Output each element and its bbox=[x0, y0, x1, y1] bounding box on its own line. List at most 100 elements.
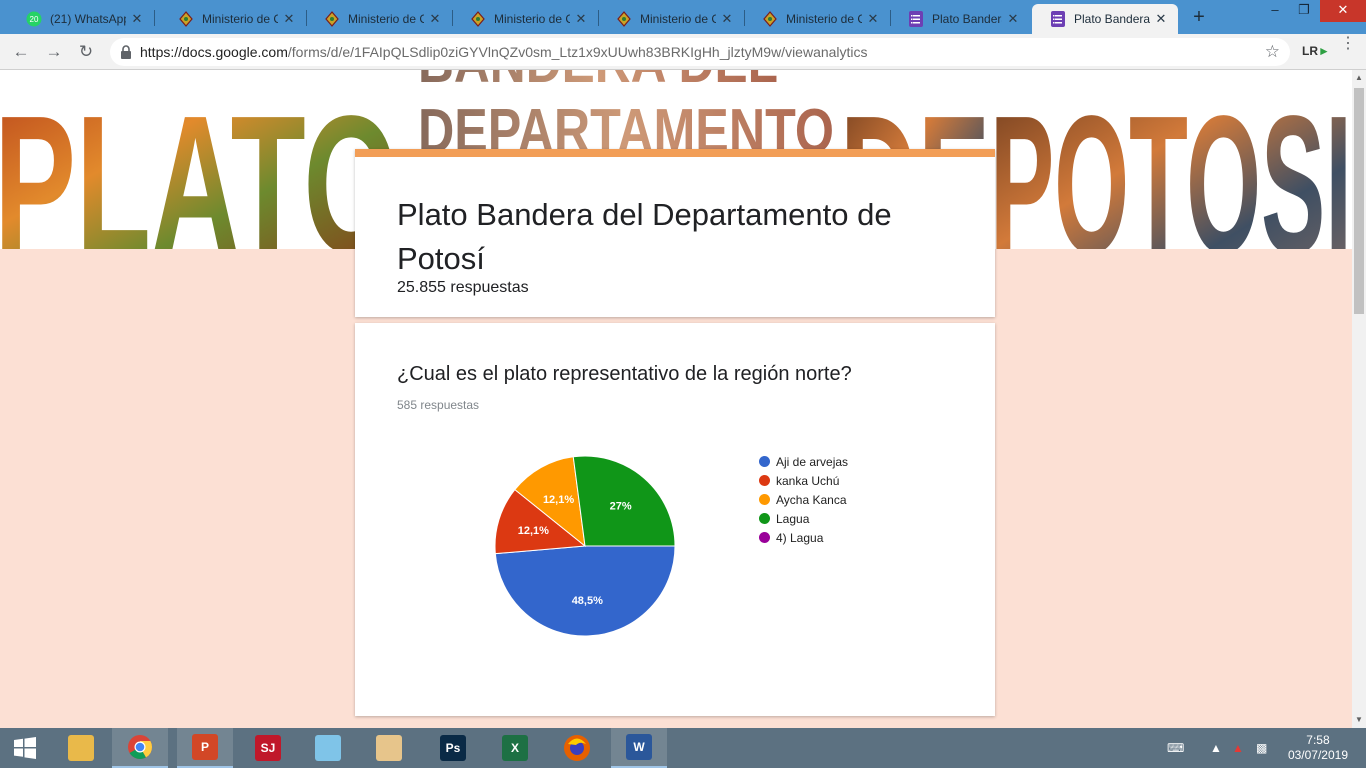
close-tab-icon[interactable]: ✕ bbox=[1154, 11, 1168, 27]
taskbar-app-label: X bbox=[510, 741, 519, 755]
google-forms-icon bbox=[908, 11, 924, 27]
scroll-down-arrow-icon[interactable]: ▼ bbox=[1352, 712, 1366, 728]
acrobat-tray-icon[interactable]: ▲ bbox=[1232, 728, 1244, 768]
banner-word-2: BANDERA DEL bbox=[418, 70, 778, 94]
tab-title: Ministerio de C bbox=[202, 12, 278, 26]
banner-word-1: PLATO bbox=[0, 75, 399, 249]
browser-tab[interactable]: Ministerio de C ✕ bbox=[306, 4, 452, 34]
lock-icon bbox=[121, 45, 131, 59]
scroll-up-arrow-icon[interactable]: ▲ bbox=[1352, 70, 1366, 86]
svg-text:20: 20 bbox=[30, 15, 39, 24]
question-response-count: 585 respuestas bbox=[397, 398, 480, 412]
tray-expand-icon[interactable]: ▲ bbox=[1210, 728, 1222, 768]
address-bar[interactable]: https://docs.google.com/forms/d/e/1FAIpQ… bbox=[110, 38, 1290, 66]
extension-button[interactable]: LR► bbox=[1302, 44, 1330, 58]
legend-swatch bbox=[759, 532, 770, 543]
browser-menu-icon[interactable]: ⋮ bbox=[1340, 36, 1356, 52]
extension-label: LR bbox=[1302, 44, 1318, 58]
legend-swatch bbox=[759, 494, 770, 505]
taskbar-app-word[interactable]: W bbox=[611, 728, 667, 768]
taskbar-app-file-explorer[interactable] bbox=[53, 728, 109, 768]
google-forms-icon bbox=[1050, 11, 1066, 27]
taskbar-app-label: W bbox=[633, 740, 645, 754]
browser-tab[interactable]: Plato Bandera d ✕ bbox=[1032, 4, 1178, 34]
pie-slice-label: 48,5% bbox=[572, 595, 603, 607]
paint-icon bbox=[376, 735, 402, 761]
taskbar-app-label: SJ bbox=[260, 741, 276, 755]
close-tab-icon[interactable]: ✕ bbox=[720, 11, 734, 27]
taskbar-app-notes-app[interactable] bbox=[300, 728, 356, 768]
keyboard-icon[interactable]: ⌨ bbox=[1167, 728, 1184, 768]
ministerio-icon bbox=[324, 11, 340, 27]
browser-tab[interactable]: Ministerio de C ✕ bbox=[744, 4, 890, 34]
close-tab-icon[interactable]: ✕ bbox=[130, 11, 144, 27]
taskbar-app-excel[interactable]: X bbox=[487, 728, 543, 768]
taskbar-app-sj-app[interactable]: SJ bbox=[240, 728, 296, 768]
banner-word-5: POTOSI bbox=[990, 75, 1352, 249]
pie-slice-label: 27% bbox=[610, 500, 632, 512]
form-analytics-page: PLATO BANDERA DEL DEPARTAMENTO DE POTOSI… bbox=[0, 70, 1352, 728]
legend-item[interactable]: Aji de arvejas bbox=[759, 452, 848, 471]
firefox-icon bbox=[564, 735, 590, 761]
tab-title: Ministerio de C bbox=[348, 12, 424, 26]
browser-tab[interactable]: Plato Bandera d ✕ bbox=[890, 4, 1030, 34]
tab-title: Ministerio de C bbox=[786, 12, 862, 26]
page-scrollbar[interactable]: ▲ ▼ bbox=[1352, 70, 1366, 728]
total-responses: 25.855 respuestas bbox=[397, 279, 529, 296]
legend-label: Aji de arvejas bbox=[776, 454, 849, 469]
word-icon: W bbox=[626, 734, 652, 760]
url-host: https://docs.google.com bbox=[140, 44, 288, 60]
start-button[interactable] bbox=[0, 728, 50, 768]
legend-item[interactable]: 4) Lagua bbox=[759, 528, 848, 547]
forward-button[interactable]: → bbox=[43, 41, 65, 63]
scrollbar-thumb[interactable] bbox=[1354, 88, 1364, 314]
pie-chart: 48,5% 12,1% 12,1% 27% bbox=[494, 455, 676, 637]
clock-time: 7:58 bbox=[1306, 733, 1330, 747]
taskbar-app-firefox[interactable] bbox=[549, 728, 605, 768]
tab-title: Ministerio de C bbox=[494, 12, 570, 26]
close-tab-icon[interactable]: ✕ bbox=[866, 11, 880, 27]
taskbar-app-powerpoint[interactable]: P bbox=[177, 728, 233, 768]
browser-tab[interactable]: Ministerio de C ✕ bbox=[160, 4, 306, 34]
taskbar-app-paint[interactable] bbox=[361, 728, 417, 768]
taskbar-app-chrome[interactable] bbox=[112, 728, 168, 768]
legend-item[interactable]: kanka Uchú bbox=[759, 471, 848, 490]
reload-button[interactable]: ↻ bbox=[75, 41, 97, 63]
legend-item[interactable]: Aycha Kanca bbox=[759, 490, 848, 509]
taskbar-app-label: P bbox=[200, 740, 209, 754]
tab-title: Plato Bandera d bbox=[1074, 12, 1150, 26]
browser-tab[interactable]: Ministerio de C ✕ bbox=[598, 4, 744, 34]
clock-date: 03/07/2019 bbox=[1287, 748, 1348, 762]
close-tab-icon[interactable]: ✕ bbox=[428, 11, 442, 27]
close-window-button[interactable]: ✕ bbox=[1320, 0, 1366, 22]
windows-taskbar: P SJ Ps X W ⌨ ▲ ▲ ▩ 7:58 03/07/2019 bbox=[0, 728, 1366, 768]
restore-button[interactable]: ❐ bbox=[1288, 0, 1320, 22]
close-tab-icon[interactable]: ✕ bbox=[574, 11, 588, 27]
back-button[interactable]: ← bbox=[10, 41, 32, 63]
tab-strip: 20 (21) WhatsApp ✕ Ministerio de C ✕ Minister… bbox=[0, 0, 1366, 34]
bookmark-star-icon[interactable]: ☆ bbox=[1265, 42, 1280, 62]
close-tab-icon[interactable]: ✕ bbox=[1006, 11, 1020, 27]
legend-swatch bbox=[759, 475, 770, 486]
pie-slice[interactable] bbox=[494, 545, 676, 637]
tab-separator bbox=[154, 10, 155, 26]
browser-tab[interactable]: Ministerio de C ✕ bbox=[452, 4, 598, 34]
browser-tab[interactable]: 20 (21) WhatsApp ✕ bbox=[8, 4, 154, 34]
ministerio-icon bbox=[470, 11, 486, 27]
new-tab-button[interactable]: + bbox=[1188, 6, 1210, 28]
minimize-button[interactable]: – bbox=[1259, 0, 1291, 22]
taskbar-app-photoshop[interactable]: Ps bbox=[425, 728, 481, 768]
tab-title: Ministerio de C bbox=[640, 12, 716, 26]
close-tab-icon[interactable]: ✕ bbox=[282, 11, 296, 27]
taskbar-app-label: Ps bbox=[445, 741, 461, 755]
form-title: Plato Bandera del Departamento de Potosí bbox=[397, 197, 892, 276]
network-icon[interactable]: ▩ bbox=[1256, 728, 1267, 768]
legend-item[interactable]: Lagua bbox=[759, 509, 848, 528]
pie-slice-label: 12,1% bbox=[518, 525, 549, 537]
system-clock[interactable]: 7:58 03/07/2019 bbox=[1288, 733, 1348, 763]
legend-swatch bbox=[759, 456, 770, 467]
chart-legend: Aji de arvejas kanka Uchú Aycha Kanca Lagua… bbox=[759, 452, 848, 547]
ministerio-icon bbox=[178, 11, 194, 27]
legend-label: Lagua bbox=[776, 511, 810, 526]
legend-label: Aycha Kanca bbox=[776, 492, 847, 507]
